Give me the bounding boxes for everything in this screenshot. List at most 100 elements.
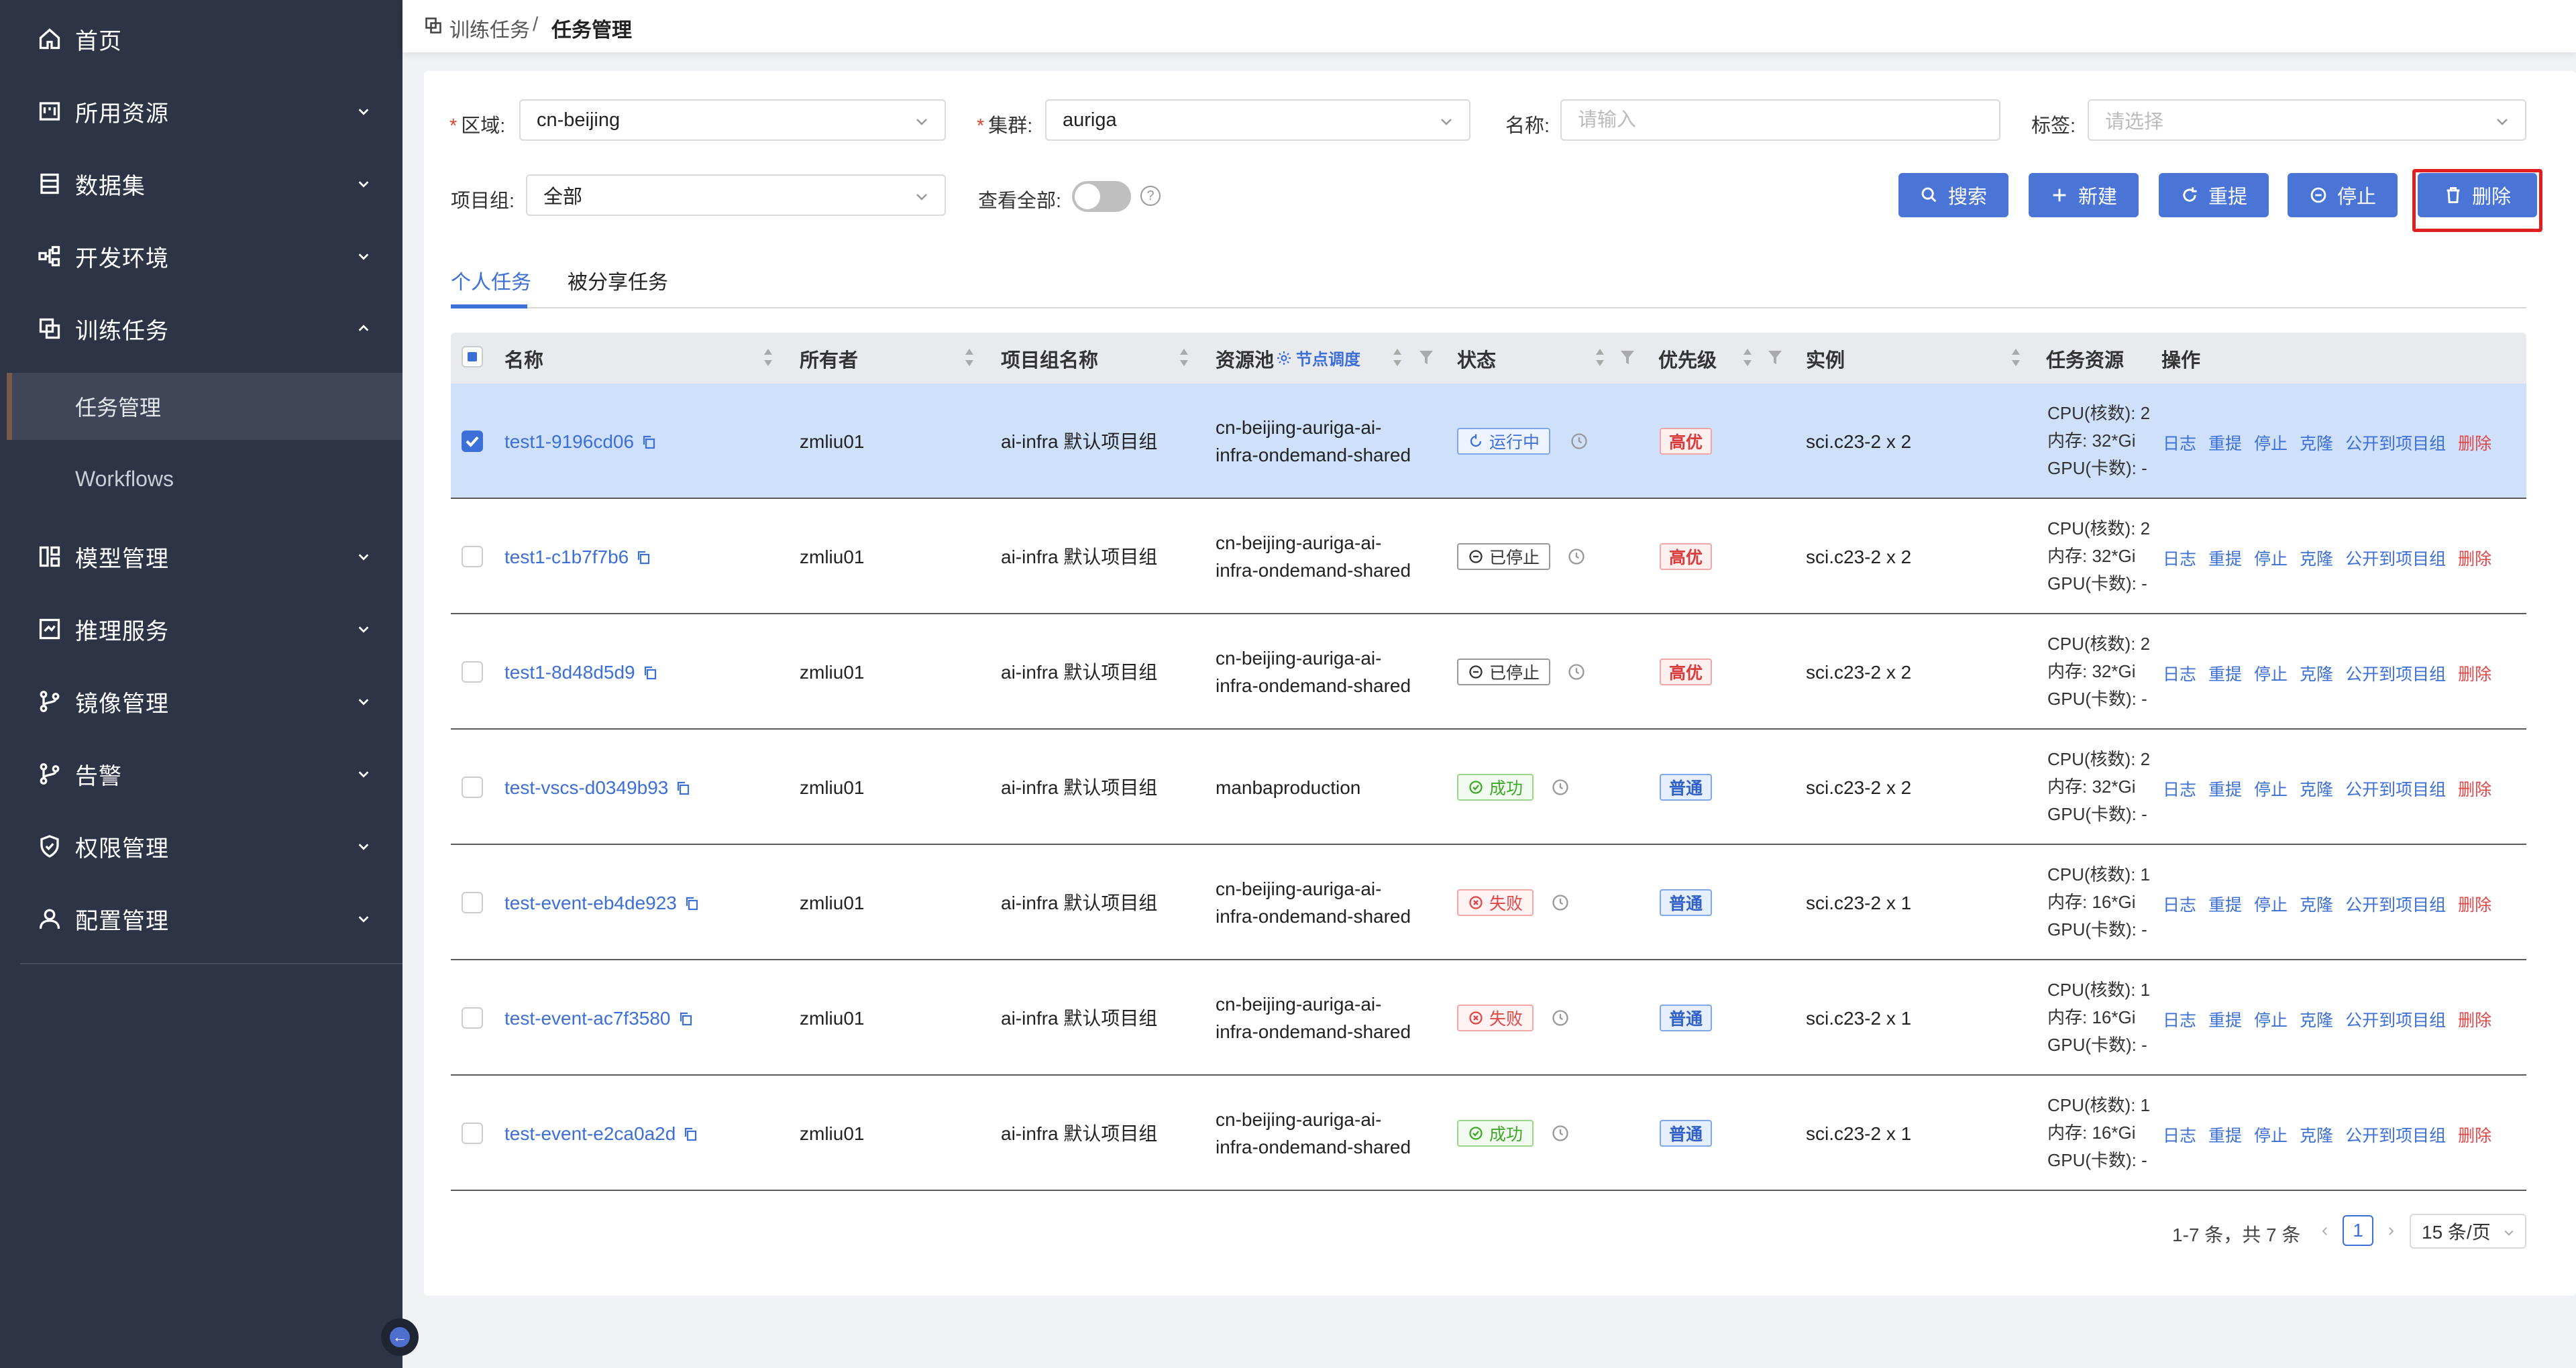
search-button[interactable]: 搜索: [1898, 173, 2008, 217]
sort-icon[interactable]: [2010, 346, 2022, 369]
sort-icon[interactable]: [963, 346, 975, 369]
task-name-link[interactable]: test1-8d48d5d9: [504, 659, 658, 686]
log-link[interactable]: 日志: [2163, 661, 2196, 685]
create-button[interactable]: 新建: [2029, 173, 2139, 217]
publish-link[interactable]: 公开到项目组: [2345, 777, 2446, 801]
sidebar-item-config[interactable]: 配置管理: [0, 885, 402, 952]
sidebar-subitem-task-management[interactable]: 任务管理: [7, 373, 402, 440]
log-link[interactable]: 日志: [2163, 546, 2196, 570]
stop-link[interactable]: 停止: [2254, 431, 2288, 455]
select-all-checkbox[interactable]: [462, 346, 483, 367]
copy-icon[interactable]: [678, 1010, 694, 1027]
row-checkbox[interactable]: [462, 661, 483, 683]
log-link[interactable]: 日志: [2163, 1007, 2196, 1031]
copy-icon[interactable]: [675, 779, 691, 797]
publish-link[interactable]: 公开到项目组: [2345, 1123, 2446, 1147]
resubmit-link[interactable]: 重提: [2208, 661, 2242, 685]
delete-link[interactable]: 删除: [2458, 431, 2491, 455]
log-link[interactable]: 日志: [2163, 431, 2196, 455]
sidebar-item-training[interactable]: 训练任务: [0, 295, 402, 362]
task-name-link[interactable]: test1-c1b7f7b6: [504, 543, 651, 571]
clone-link[interactable]: 克隆: [2300, 546, 2333, 570]
task-name-link[interactable]: test1-9196cd06: [504, 428, 657, 455]
sort-icon[interactable]: [1178, 346, 1190, 369]
clone-link[interactable]: 克隆: [2300, 777, 2333, 801]
stop-link[interactable]: 停止: [2254, 1123, 2288, 1147]
publish-link[interactable]: 公开到项目组: [2345, 431, 2446, 455]
clone-link[interactable]: 克隆: [2300, 661, 2333, 685]
sort-icon[interactable]: [1741, 346, 1754, 369]
filter-icon[interactable]: [1619, 349, 1635, 366]
sidebar-item-resources[interactable]: 所用资源: [0, 78, 402, 145]
resubmit-button[interactable]: 重提: [2159, 173, 2269, 217]
row-checkbox[interactable]: [462, 777, 483, 798]
tab-personal-tasks[interactable]: 个人任务: [451, 266, 531, 295]
clock-icon[interactable]: [1551, 1009, 1570, 1027]
clock-icon[interactable]: [1551, 778, 1570, 797]
log-link[interactable]: 日志: [2163, 892, 2196, 916]
sidebar-item-permissions[interactable]: 权限管理: [0, 813, 402, 880]
filter-icon[interactable]: [1418, 349, 1434, 366]
clone-link[interactable]: 克隆: [2300, 892, 2333, 916]
clock-icon[interactable]: [1567, 547, 1586, 566]
delete-link[interactable]: 删除: [2458, 1123, 2491, 1147]
publish-link[interactable]: 公开到项目组: [2345, 661, 2446, 685]
sidebar-item-home[interactable]: 首页: [0, 5, 402, 72]
clock-icon[interactable]: [1570, 432, 1589, 451]
page-number[interactable]: 1: [2343, 1215, 2373, 1246]
region-select[interactable]: cn-beijing: [519, 99, 946, 141]
copy-icon[interactable]: [682, 1125, 698, 1143]
stop-button[interactable]: 停止: [2288, 173, 2398, 217]
sidebar-item-models[interactable]: 模型管理: [0, 523, 402, 590]
stop-link[interactable]: 停止: [2254, 546, 2288, 570]
sidebar-item-datasets[interactable]: 数据集: [0, 150, 402, 217]
sidebar-item-dev-env[interactable]: 开发环境: [0, 223, 402, 290]
sort-icon[interactable]: [762, 346, 774, 369]
sort-icon[interactable]: [1391, 346, 1403, 369]
delete-link[interactable]: 删除: [2458, 777, 2491, 801]
publish-link[interactable]: 公开到项目组: [2345, 546, 2446, 570]
row-checkbox[interactable]: [462, 431, 483, 452]
delete-link[interactable]: 删除: [2458, 1007, 2491, 1031]
task-name-link[interactable]: test-event-e2ca0a2d: [504, 1120, 698, 1147]
stop-link[interactable]: 停止: [2254, 1007, 2288, 1031]
clock-icon[interactable]: [1551, 1124, 1570, 1143]
stop-link[interactable]: 停止: [2254, 892, 2288, 916]
task-name-link[interactable]: test-event-ac7f3580: [504, 1005, 694, 1032]
stop-link[interactable]: 停止: [2254, 777, 2288, 801]
copy-icon[interactable]: [684, 895, 700, 912]
sidebar-item-inference[interactable]: 推理服务: [0, 595, 402, 663]
tag-select[interactable]: 请选择: [2088, 99, 2526, 141]
sidebar-item-alerts[interactable]: 告警: [0, 740, 402, 807]
resubmit-link[interactable]: 重提: [2208, 431, 2242, 455]
clone-link[interactable]: 克隆: [2300, 1123, 2333, 1147]
resubmit-link[interactable]: 重提: [2208, 1123, 2242, 1147]
prev-page-icon[interactable]: [2316, 1219, 2334, 1243]
name-input[interactable]: [1578, 109, 1999, 131]
sidebar-subitem-workflows[interactable]: Workflows: [7, 445, 402, 512]
node-scheduling-link[interactable]: 节点调度: [1276, 346, 1360, 369]
log-link[interactable]: 日志: [2163, 1123, 2196, 1147]
page-size-select[interactable]: 15 条/页: [2410, 1214, 2526, 1249]
resubmit-link[interactable]: 重提: [2208, 777, 2242, 801]
row-checkbox[interactable]: [462, 1123, 483, 1144]
row-checkbox[interactable]: [462, 546, 483, 567]
view-all-switch[interactable]: [1072, 181, 1131, 212]
resubmit-link[interactable]: 重提: [2208, 1007, 2242, 1031]
copy-icon[interactable]: [641, 433, 657, 451]
resubmit-link[interactable]: 重提: [2208, 892, 2242, 916]
project-select[interactable]: 全部: [526, 174, 946, 216]
help-icon[interactable]: ?: [1140, 186, 1161, 206]
task-name-link[interactable]: test-vscs-d0349b93: [504, 774, 691, 801]
publish-link[interactable]: 公开到项目组: [2345, 892, 2446, 916]
delete-link[interactable]: 删除: [2458, 661, 2491, 685]
clone-link[interactable]: 克隆: [2300, 431, 2333, 455]
filter-icon[interactable]: [1767, 349, 1783, 366]
row-checkbox[interactable]: [462, 892, 483, 913]
clock-icon[interactable]: [1551, 893, 1570, 912]
clock-icon[interactable]: [1567, 663, 1586, 681]
row-checkbox[interactable]: [462, 1007, 483, 1029]
breadcrumb-parent[interactable]: 训练任务: [449, 13, 530, 43]
delete-link[interactable]: 删除: [2458, 892, 2491, 916]
delete-link[interactable]: 删除: [2458, 546, 2491, 570]
